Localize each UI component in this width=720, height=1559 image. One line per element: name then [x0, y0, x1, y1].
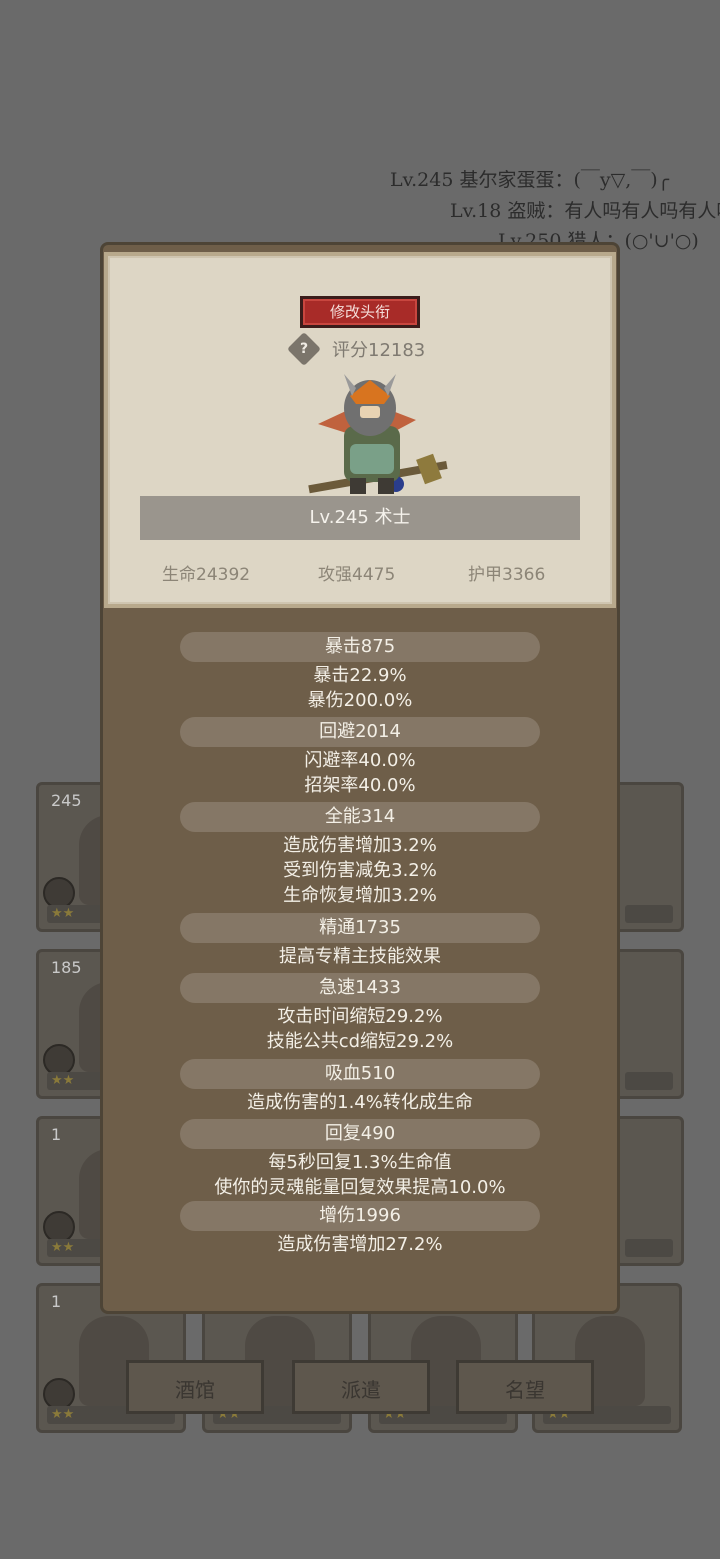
attribute-detail: 造成伤害增加3.2% [283, 835, 437, 856]
attribute-detail: 招架率40.0% [304, 775, 416, 796]
attribute-detail: 造成伤害的1.4%转化成生命 [247, 1092, 473, 1113]
attribute-header: 暴击875 [180, 632, 540, 662]
hero-level: 1 [51, 1125, 62, 1144]
attribute-header: 精通1735 [180, 913, 540, 943]
attribute-header: 增伤1996 [180, 1201, 540, 1231]
hero-card [614, 949, 684, 1099]
hp-stat: 生命24392 [162, 565, 251, 585]
help-icon[interactable]: ? [287, 332, 321, 366]
attribute-detail: 暴击22.9% [313, 665, 407, 686]
attribute-detail: 攻击时间缩短29.2% [277, 1006, 443, 1027]
attribute-header: 吸血510 [180, 1059, 540, 1089]
star-rating [625, 905, 673, 923]
hero-card [614, 782, 684, 932]
hero-level: 245 [51, 791, 82, 810]
attribute-detail: 暴伤200.0% [307, 690, 413, 711]
hero-level: 1 [51, 1292, 62, 1311]
star-rating [625, 1072, 673, 1090]
attribute-detail: 每5秒回复1.3%生命值 [268, 1152, 452, 1173]
character-avatar [308, 374, 448, 494]
edit-title-button[interactable]: 修改头衔 [300, 296, 420, 328]
hero-level: 185 [51, 958, 82, 977]
armor-stat: 护甲3366 [468, 565, 546, 585]
attribute-header: 回避2014 [180, 717, 540, 747]
attribute-detail: 受到伤害减免3.2% [283, 860, 437, 881]
attack-stat: 攻强4475 [318, 565, 396, 585]
chat-message: Lv.245 基尔家蛋蛋：(￣y▽,￣)╭ [390, 169, 670, 191]
attribute-header: 回复490 [180, 1119, 540, 1149]
attribute-detail: 提高专精主技能效果 [279, 946, 441, 967]
attribute-detail: 闪避率40.0% [304, 750, 416, 771]
chat-message: Lv.18 盗贼：有人吗有人吗有人吗 [450, 200, 720, 222]
star-rating [625, 1239, 673, 1257]
attribute-header: 急速1433 [180, 973, 540, 1003]
tavern-button[interactable]: 酒馆 [126, 1360, 264, 1414]
reputation-button[interactable]: 名望 [456, 1360, 594, 1414]
attribute-detail: 技能公共cd缩短29.2% [266, 1031, 454, 1052]
dispatch-button[interactable]: 派遣 [292, 1360, 430, 1414]
character-name-bar: Lv.245 术士 [140, 496, 580, 540]
rating-score: 评分12183 [332, 340, 426, 361]
attribute-detail: 使你的灵魂能量回复效果提高10.0% [214, 1177, 506, 1198]
hero-card [614, 1116, 684, 1266]
attribute-header: 全能314 [180, 802, 540, 832]
attribute-detail: 造成伤害增加27.2% [277, 1234, 443, 1255]
attribute-detail: 生命恢复增加3.2% [283, 885, 437, 906]
